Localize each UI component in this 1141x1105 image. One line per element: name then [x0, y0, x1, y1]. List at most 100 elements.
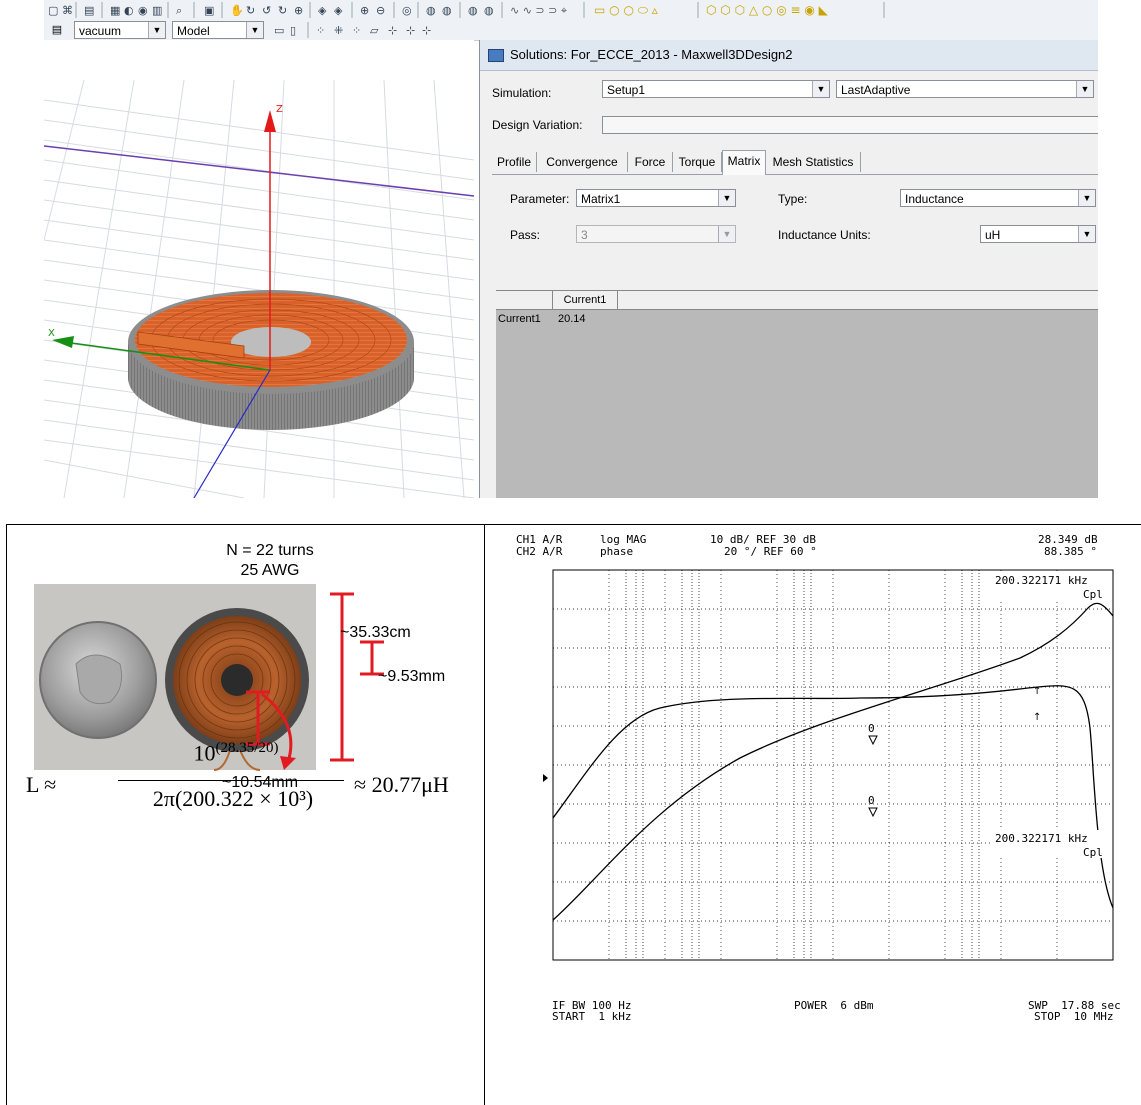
- svg-text:◐: ◐: [124, 4, 134, 17]
- fraction-bar: [118, 780, 344, 781]
- svg-text:↻: ↻: [278, 4, 287, 17]
- pass-dropdown[interactable]: 3 ▼: [576, 225, 736, 243]
- svg-text:⁜: ⁜: [334, 24, 343, 37]
- plot-grid: [553, 570, 1113, 960]
- svg-text:▣: ▣: [204, 4, 214, 17]
- main-toolbar: ▢ ⌘ ▤ ▦ ◐ ◉ ▥ ⌕ ▣ ✋ ↻ ↺ ↻ ⊕ ◈ ◈ ⊕ ⊖ ◎ ◍ ◍ ◍ ◍ ∿ ∿ ⊃ ⊃ ⌖ ▭…: [44, 0, 1098, 21]
- type-dropdown[interactable]: Inductance ▼: [900, 189, 1096, 207]
- parameter-value: Matrix1: [581, 192, 621, 206]
- ch2-scale: 20 °/ REF 60 °: [724, 545, 817, 558]
- viewport-scene[interactable]: Z X: [44, 40, 474, 498]
- svg-text:⊹: ⊹: [422, 24, 431, 37]
- svg-text:⊹: ⊹: [388, 24, 397, 37]
- chevron-down-icon: ▼: [1078, 190, 1095, 206]
- chevron-down-icon: ▼: [718, 226, 735, 242]
- grid-row-header: Current1: [498, 313, 541, 325]
- solutions-dialog: Solutions: For_ECCE_2013 - Maxwell3DDesi…: [479, 40, 1098, 498]
- marker-triangle-icon: [868, 735, 878, 746]
- ch1-label: CH1 A/R: [516, 533, 563, 546]
- svg-text:▯: ▯: [290, 24, 296, 37]
- toolbar-icons[interactable]: ▢ ⌘ ▤ ▦ ◐ ◉ ▥ ⌕ ▣ ✋ ↻ ↺ ↻ ⊕ ◈ ◈ ⊕ ⊖ ◎ ◍ ◍ ◍ ◍ ∿ ∿ ⊃ ⊃ ⌖ ▭…: [44, 0, 1098, 20]
- pass-value: 3: [581, 228, 588, 242]
- tab-convergence[interactable]: Convergence: [537, 152, 628, 172]
- parameter-label: Parameter:: [510, 192, 570, 206]
- tab-force[interactable]: Force: [628, 152, 673, 172]
- type-label: Type:: [778, 192, 808, 206]
- x-axis-label: X: [48, 328, 55, 339]
- chevron-down-icon: ▼: [718, 190, 735, 206]
- inductance-units-label: Inductance Units:: [778, 228, 871, 242]
- svg-text:⌕: ⌕: [176, 4, 182, 17]
- ch2-format: phase: [600, 545, 634, 558]
- tab-torque[interactable]: Torque: [673, 152, 722, 172]
- svg-text:▢: ▢: [48, 4, 58, 17]
- chevron-down-icon: ▼: [1076, 81, 1093, 97]
- ch1-format: log MAG: [600, 533, 647, 546]
- svg-text:↻: ↻: [246, 4, 255, 17]
- formula-numerator-base: 10: [193, 740, 216, 766]
- svg-text:▤: ▤: [84, 4, 94, 17]
- formula-lhs: L ≈: [26, 772, 57, 797]
- awg-caption: 25 AWG: [240, 562, 300, 579]
- svg-text:▭: ▭: [274, 24, 284, 37]
- marker-zero-ch2: 0: [868, 794, 875, 807]
- svg-text:⬡ ⬡ ⬡ △ ○ ◎ ≡ ◉ ◣: ⬡ ⬡ ⬡ △ ○ ◎ ≡ ◉ ◣: [706, 3, 829, 17]
- svg-text:⊹: ⊹: [406, 24, 415, 37]
- z-axis-label: Z: [276, 104, 283, 115]
- svg-text:▦: ▦: [110, 4, 120, 17]
- simulation-setup-value: Setup1: [607, 83, 646, 97]
- tab-strip: Profile Convergence Force Torque Matrix …: [492, 150, 1098, 175]
- chevron-down-icon: ▼: [148, 22, 165, 38]
- tab-mesh-statistics[interactable]: Mesh Statistics: [766, 152, 861, 172]
- simulation-label: Simulation:: [492, 86, 552, 100]
- solutions-titlebar[interactable]: Solutions: For_ECCE_2013 - Maxwell3DDesi…: [480, 40, 1098, 71]
- svg-text:▥: ▥: [152, 4, 162, 17]
- grid-cell-value: 20.14: [558, 313, 586, 325]
- model-dropdown[interactable]: Model ▼: [172, 21, 264, 39]
- marker2-tag: Cpl: [1083, 846, 1103, 859]
- ch2-label: CH2 A/R: [516, 545, 563, 558]
- simulation-setup-dropdown[interactable]: Setup1 ▼: [602, 80, 830, 98]
- marker2-frequency: 200.322171 kHz: [995, 832, 1088, 845]
- svg-text:◈: ◈: [334, 4, 343, 17]
- maxwell-screenshot: ▢ ⌘ ▤ ▦ ◐ ◉ ▥ ⌕ ▣ ✋ ↻ ↺ ↻ ⊕ ◈ ◈ ⊕ ⊖ ◎ ◍ ◍ ◍ ◍ ∿ ∿ ⊃ ⊃ ⌖ ▭…: [44, 0, 1098, 498]
- ch1-marker-value: 28.349 dB: [1038, 533, 1098, 546]
- snap-toolbar-icons[interactable]: ▭ ▯ ⁘ ⁜ ⁘ ▱ ⊹ ⊹ ⊹: [270, 22, 480, 38]
- svg-text:⁘: ⁘: [352, 24, 361, 37]
- analyzer-display: 0 0 ↑ ↑ 200.322171 kHz Cpl 200.322171 kH…: [543, 569, 1114, 961]
- ground-grid: [44, 79, 474, 498]
- svg-text:◉: ◉: [138, 4, 148, 17]
- tab-matrix[interactable]: Matrix: [722, 150, 766, 175]
- start-frequency: START 1 kHz: [552, 1010, 632, 1023]
- material-icon: ▤: [51, 24, 63, 36]
- svg-text:▱: ▱: [370, 24, 379, 37]
- svg-text:◍: ◍: [468, 4, 478, 17]
- svg-text:◍: ◍: [442, 4, 452, 17]
- window-title: Solutions: For_ECCE_2013 - Maxwell3DDesi…: [510, 47, 793, 62]
- svg-text:⌘: ⌘: [62, 4, 73, 17]
- outer-diameter-label: ~35.33cm: [340, 624, 411, 641]
- marker-zero-ch1: 0: [868, 722, 875, 735]
- inductance-units-dropdown[interactable]: uH ▼: [980, 225, 1096, 243]
- marker1-tag: Cpl: [1083, 588, 1103, 601]
- formula-denominator: 2π(200.322 × 10³): [152, 786, 314, 811]
- 3d-viewport[interactable]: Z X: [44, 40, 474, 498]
- simulation-pass-value: LastAdaptive: [841, 83, 911, 97]
- chevron-down-icon: ▼: [1078, 226, 1095, 242]
- matrix-grid[interactable]: Current1 Current1 20.14: [496, 290, 1098, 498]
- simulation-pass-dropdown[interactable]: LastAdaptive ▼: [836, 80, 1094, 98]
- design-variation-field[interactable]: [602, 116, 1098, 134]
- svg-text:◍: ◍: [484, 4, 494, 17]
- coin-relief: [75, 654, 123, 705]
- material-dropdown[interactable]: vacuum ▼: [74, 21, 166, 39]
- minor-log-grid: [625, 570, 980, 960]
- active-marker-ch1-icon: ↑: [1033, 686, 1041, 697]
- window-icon: [488, 49, 504, 62]
- tab-profile[interactable]: Profile: [492, 152, 537, 172]
- inductance-units-value: uH: [985, 228, 1001, 242]
- parameter-dropdown[interactable]: Matrix1 ▼: [576, 189, 736, 207]
- chevron-down-icon: ▼: [812, 81, 829, 97]
- svg-text:◎: ◎: [402, 4, 412, 17]
- reference-pointer-icon: [543, 774, 548, 782]
- svg-text:⁘: ⁘: [316, 24, 325, 37]
